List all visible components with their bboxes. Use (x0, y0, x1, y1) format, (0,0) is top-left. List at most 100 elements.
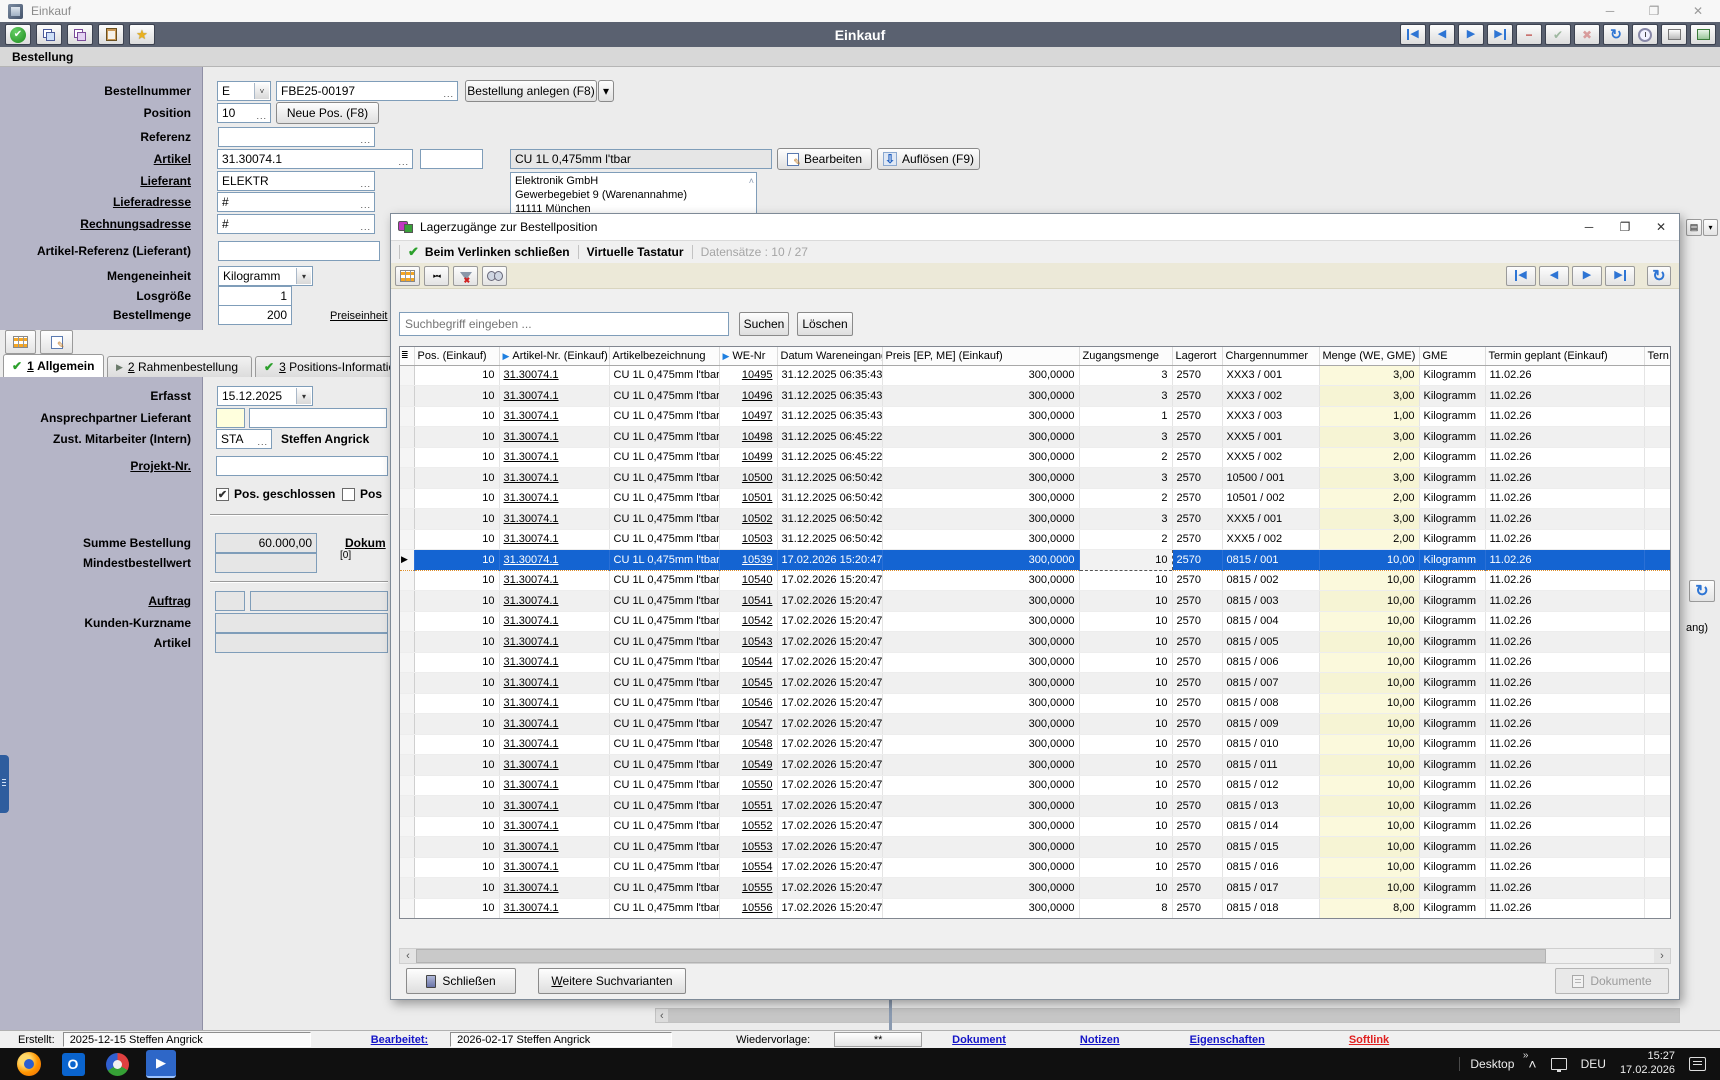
cell-wenr[interactable]: 10500 (719, 468, 777, 489)
cell-wenr[interactable]: 10546 (719, 693, 777, 714)
notification-center-icon[interactable] (1689, 1057, 1706, 1071)
tab-rahmenbestellung[interactable]: ▶ 2 Rahmenbestellung (107, 356, 252, 377)
language-indicator[interactable]: DEU (1581, 1057, 1606, 1071)
label-artikel[interactable]: Artikel (0, 152, 191, 166)
ellipsis-icon[interactable]: ... (443, 89, 454, 99)
dokument-link[interactable]: Dokument (952, 1034, 1006, 1046)
chevron-down-icon[interactable]: ▾ (296, 388, 311, 404)
clear-filter-button[interactable]: ✖ (453, 266, 478, 286)
table-row[interactable]: 1031.30074.1CU 1L 0,475mm l'tbar1054017.… (400, 570, 1670, 591)
cell-wenr[interactable]: 10553 (719, 837, 777, 858)
column-header-menge[interactable]: Menge (WE, GME) (1319, 347, 1419, 365)
cell-wenr[interactable]: 10552 (719, 816, 777, 837)
artikel-input[interactable]: 31.30074.1... (217, 149, 413, 169)
cell-artikelnr[interactable]: 31.30074.1 (499, 837, 609, 858)
table-row[interactable]: 1031.30074.1CU 1L 0,475mm l'tbar1054117.… (400, 591, 1670, 612)
bestellung-anlegen-dropdown[interactable]: ▾ (598, 80, 614, 102)
label-auftrag[interactable]: Auftrag (0, 594, 191, 608)
column-header-bez[interactable]: Artikelbezeichnung (609, 347, 719, 365)
discard-button[interactable]: ✖ (1574, 24, 1600, 45)
cell-wenr[interactable]: 10542 (719, 611, 777, 632)
label-lieferant[interactable]: Lieferant (0, 174, 191, 188)
cell-artikelnr[interactable]: 31.30074.1 (499, 714, 609, 735)
bestellnummer-input[interactable]: FBE25-00197... (276, 81, 458, 101)
column-header-marker[interactable]: ≣ (400, 347, 414, 365)
panel-config-button[interactable]: ▤ (1686, 219, 1702, 236)
cell-artikelnr[interactable]: 31.30074.1 (499, 386, 609, 407)
dialog-maximize-icon[interactable]: ❐ (1607, 214, 1643, 240)
cell-wenr[interactable]: 10501 (719, 488, 777, 509)
column-header-datum[interactable]: Datum Wareneingang (777, 347, 882, 365)
scrollbar-thumb[interactable] (416, 949, 1546, 963)
schliessen-button[interactable]: Schließen (406, 968, 516, 994)
cell-wenr[interactable]: 10544 (719, 652, 777, 673)
table-row[interactable]: 1031.30074.1CU 1L 0,475mm l'tbar1049531.… (400, 365, 1670, 386)
close-icon[interactable]: ✕ (1676, 4, 1720, 18)
bearbeiten-button[interactable]: Bearbeiten (777, 148, 872, 170)
lieferadresse-input[interactable]: #... (217, 192, 375, 212)
projekt-nr-input[interactable] (216, 456, 388, 476)
column-header-zugang[interactable]: Zugangsmenge (1079, 347, 1172, 365)
cell-artikelnr[interactable]: 31.30074.1 (499, 693, 609, 714)
grid-last-button[interactable]: ▶ (1605, 266, 1635, 286)
table-row[interactable]: 1031.30074.1CU 1L 0,475mm l'tbar1054617.… (400, 693, 1670, 714)
search-button-icon[interactable] (482, 266, 507, 286)
cell-wenr[interactable]: 10551 (719, 796, 777, 817)
grid-horizontal-scrollbar[interactable]: ‹ › (399, 948, 1671, 964)
cell-wenr[interactable]: 10545 (719, 673, 777, 694)
table-row[interactable]: 1031.30074.1CU 1L 0,475mm l'tbar1049731.… (400, 406, 1670, 427)
table-row[interactable]: 1031.30074.1CU 1L 0,475mm l'tbar1055017.… (400, 775, 1670, 796)
table-row[interactable]: 1031.30074.1CU 1L 0,475mm l'tbar1050031.… (400, 468, 1670, 489)
clock-tray[interactable]: 15:27 17.02.2026 (1620, 1050, 1675, 1078)
ansprechpartner-name-input[interactable] (249, 408, 387, 428)
ellipsis-icon[interactable]: ... (256, 111, 267, 121)
column-header-pos[interactable]: Pos. (Einkauf) (414, 347, 499, 365)
dialog-minimize-icon[interactable]: ─ (1571, 214, 1607, 240)
label-projekt-nr[interactable]: Projekt-Nr. (0, 459, 191, 473)
table-row[interactable]: 1031.30074.1CU 1L 0,475mm l'tbar1050231.… (400, 509, 1670, 530)
taskbar-firefox-button[interactable] (14, 1050, 44, 1078)
taskbar-erp-button[interactable]: ▶ (146, 1050, 176, 1078)
artikel-zusatz-input[interactable] (420, 149, 483, 169)
chevron-down-icon[interactable]: ˅ (254, 83, 269, 99)
table-row[interactable]: 1031.30074.1CU 1L 0,475mm l'tbar1055617.… (400, 898, 1670, 919)
cell-artikelnr[interactable]: 31.30074.1 (499, 632, 609, 653)
bestellmenge-input[interactable]: 200 (218, 305, 292, 325)
cell-artikelnr[interactable]: 31.30074.1 (499, 816, 609, 837)
cell-artikelnr[interactable]: 31.30074.1 (499, 406, 609, 427)
nav-last-button[interactable]: ▶ (1487, 24, 1513, 45)
label-rechnungsadresse[interactable]: Rechnungsadresse (0, 217, 191, 231)
pos2-checkbox[interactable]: Pos (342, 487, 382, 501)
history-button[interactable] (1632, 24, 1658, 45)
table-row[interactable]: 1031.30074.1CU 1L 0,475mm l'tbar1049631.… (400, 386, 1670, 407)
weitere-suchvarianten-button[interactable]: Weitere Suchvarianten (538, 968, 686, 994)
cell-artikelnr[interactable]: 31.30074.1 (499, 898, 609, 919)
nav-prev-button[interactable]: ◀ (1429, 24, 1455, 45)
cell-artikelnr[interactable]: 31.30074.1 (499, 673, 609, 694)
grid-refresh-button[interactable]: ↻ (1647, 266, 1671, 286)
column-header-termin[interactable]: Termin geplant (Einkauf) (1485, 347, 1644, 365)
cell-artikelnr[interactable]: 31.30074.1 (499, 775, 609, 796)
desktop-toolbar[interactable]: Desktop » (1459, 1057, 1514, 1071)
zust-mitarbeiter-input[interactable]: STA... (216, 429, 272, 449)
grid-prev-button[interactable]: ◀ (1539, 266, 1569, 286)
cell-wenr[interactable]: 10555 (719, 878, 777, 899)
referenz-input[interactable]: ... (218, 127, 375, 147)
cell-artikelnr[interactable]: 31.30074.1 (499, 447, 609, 468)
mengeneinheit-select[interactable]: Kilogramm▾ (218, 266, 313, 286)
wiedervorlage-button[interactable]: ** (834, 1032, 922, 1047)
cell-wenr[interactable]: 10554 (719, 857, 777, 878)
ellipsis-icon[interactable]: ... (398, 157, 409, 167)
pos-geschlossen-checkbox[interactable]: ✔ Pos. geschlossen (216, 487, 335, 501)
table-row[interactable]: 1031.30074.1CU 1L 0,475mm l'tbar1055417.… (400, 857, 1670, 878)
collapse-columns-button[interactable]: ▸▪◂ (424, 266, 449, 286)
cell-artikelnr[interactable]: 31.30074.1 (499, 468, 609, 489)
cell-artikelnr[interactable]: 31.30074.1 (499, 509, 609, 530)
cell-wenr[interactable]: 10549 (719, 755, 777, 776)
refresh-side-button[interactable]: ↻ (1689, 580, 1715, 602)
column-header-termin2[interactable]: Tern (1644, 347, 1670, 365)
bestellnummer-typ-select[interactable]: E˅ (217, 81, 271, 101)
cell-artikelnr[interactable]: 31.30074.1 (499, 796, 609, 817)
dialog-close-icon[interactable]: ✕ (1643, 214, 1679, 240)
nav-next-button[interactable]: ▶ (1458, 24, 1484, 45)
